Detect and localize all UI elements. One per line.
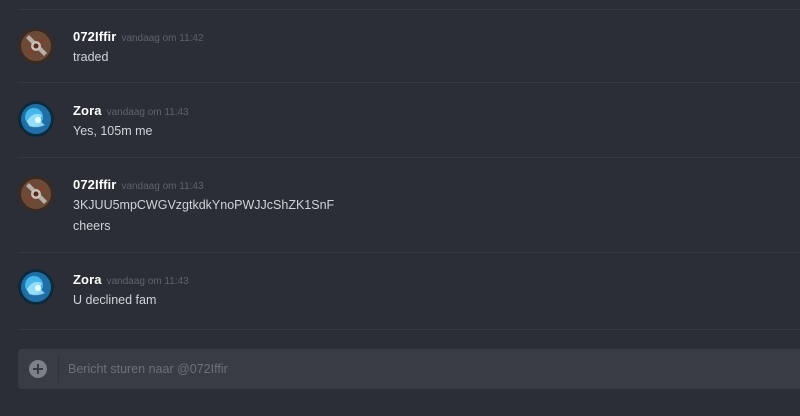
username[interactable]: 072Iffir	[73, 29, 116, 44]
divider	[18, 252, 800, 253]
add-attachment-button[interactable]	[29, 360, 47, 378]
username[interactable]: Zora	[73, 272, 102, 287]
timestamp: vandaag om 11:43	[106, 276, 189, 287]
message-text: U declined fam	[73, 293, 157, 307]
message-text: 3KJUU5mpCWGVzgtkdkYnoPWJJcShZK1SnF	[73, 198, 335, 212]
message-input[interactable]	[68, 349, 768, 389]
message-text: Yes, 105m me	[73, 124, 153, 138]
message-header: 072Iffir vandaag om 11:42	[73, 28, 204, 46]
timestamp: vandaag om 11:43	[106, 107, 189, 118]
timestamp: vandaag om 11:43	[121, 181, 204, 192]
timestamp: vandaag om 11:42	[121, 33, 204, 44]
armored-warrior-avatar-icon[interactable]	[18, 176, 54, 212]
username[interactable]: Zora	[73, 103, 102, 118]
armored-warrior-avatar-icon[interactable]	[18, 28, 54, 64]
message-composer	[18, 349, 800, 389]
blue-glowing-orb-avatar-icon[interactable]	[18, 101, 54, 137]
message-header: 072Iffir vandaag om 11:43	[73, 176, 204, 194]
blue-glowing-orb-avatar-icon[interactable]	[18, 269, 54, 305]
message-header: Zora vandaag om 11:43	[73, 102, 189, 120]
chat-window: 072Iffir vandaag om 11:42 traded Zora vand…	[0, 0, 800, 416]
message-header: Zora vandaag om 11:43	[73, 271, 189, 289]
message-text: cheers	[73, 219, 111, 233]
username[interactable]: 072Iffir	[73, 177, 116, 192]
divider	[58, 355, 59, 383]
divider	[18, 82, 800, 83]
divider	[18, 9, 800, 10]
message-text: traded	[73, 50, 109, 64]
divider	[18, 329, 800, 330]
divider	[18, 157, 800, 158]
